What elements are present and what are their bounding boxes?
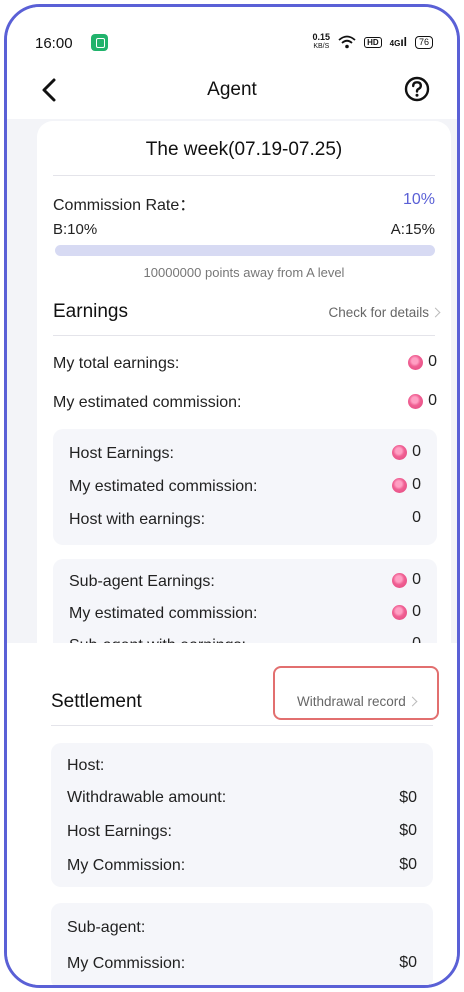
net-speed-unit: KB/S bbox=[313, 43, 330, 50]
withdrawable-amount-value: $0 bbox=[399, 789, 417, 806]
earnings-title: Earnings bbox=[53, 301, 128, 322]
hd-badge: HD bbox=[364, 36, 382, 48]
settlement-title: Settlement bbox=[51, 691, 142, 712]
coin-icon bbox=[392, 604, 408, 620]
status-bar: 16:00 0.15 KB/S HD 4Gıl 76 bbox=[7, 7, 457, 63]
divider bbox=[51, 725, 433, 726]
commission-rate-label: Commission Rate： bbox=[53, 197, 196, 214]
subagent-commission-amount: 0 bbox=[412, 603, 421, 620]
net-speed-value: 0.15 bbox=[312, 32, 331, 42]
subagent-settlement-box: Sub-agent: My Commission: $0 bbox=[51, 903, 433, 985]
withdrawable-amount-label: Withdrawable amount: bbox=[67, 789, 227, 806]
coin-icon bbox=[392, 477, 408, 493]
host-settlement-earnings-label: Host Earnings: bbox=[67, 823, 172, 840]
host-earnings-value: 0 bbox=[392, 443, 421, 461]
page-title: Agent bbox=[207, 79, 257, 100]
net-speed: 0.15 KB/S bbox=[313, 33, 331, 51]
help-icon bbox=[404, 76, 430, 102]
check-details-link[interactable]: Check for details bbox=[328, 305, 441, 320]
host-earnings-label: Host Earnings: bbox=[69, 445, 174, 462]
agent-card: The week(07.19-07.25) Commission Rate： 1… bbox=[37, 121, 451, 661]
withdrawal-highlight-box bbox=[273, 666, 439, 720]
host-settlement-box: Host: Withdrawable amount: $0 Host Earni… bbox=[51, 743, 433, 887]
subagent-earnings-amount: 0 bbox=[412, 571, 421, 588]
host-earnings-amount: 0 bbox=[412, 443, 421, 460]
host-settlement-heading: Host: bbox=[67, 757, 105, 774]
subagent-my-commission-label: My Commission: bbox=[67, 955, 186, 972]
phone-frame: 16:00 0.15 KB/S HD 4Gıl 76 Agent The wee… bbox=[4, 4, 460, 988]
total-earnings-value: 0 bbox=[408, 353, 437, 371]
host-earnings-box: Host Earnings: 0 My estimated commission… bbox=[53, 429, 437, 545]
host-settlement-earnings-value: $0 bbox=[399, 822, 417, 839]
app-notification-icon bbox=[91, 34, 108, 51]
host-with-earnings-value: 0 bbox=[412, 509, 421, 527]
battery-icon: 76 bbox=[414, 35, 433, 49]
subagent-commission-label: My estimated commission: bbox=[69, 605, 258, 622]
coin-icon bbox=[408, 354, 424, 370]
status-icons: 0.15 KB/S HD 4Gıl 76 bbox=[313, 33, 433, 51]
divider bbox=[53, 335, 435, 336]
total-earnings-amount: 0 bbox=[428, 353, 437, 370]
chevron-right-icon bbox=[430, 307, 441, 318]
coin-icon bbox=[392, 444, 408, 460]
coin-icon bbox=[408, 393, 424, 409]
coin-icon bbox=[392, 572, 408, 588]
app-header: Agent bbox=[7, 63, 457, 119]
estimated-commission-amount: 0 bbox=[428, 392, 437, 409]
level-a-label: A:15% bbox=[390, 221, 435, 238]
host-with-earnings-label: Host with earnings: bbox=[69, 511, 206, 528]
host-commission-label: My estimated commission: bbox=[69, 478, 258, 495]
commission-rate-value: 10% bbox=[402, 191, 435, 208]
host-commission-value: 0 bbox=[392, 476, 421, 494]
subagent-earnings-value: 0 bbox=[392, 571, 421, 589]
divider bbox=[53, 175, 435, 176]
status-time: 16:00 bbox=[35, 35, 73, 52]
host-with-earnings-amount: 0 bbox=[412, 509, 421, 526]
level-note: 10000000 points away from A level bbox=[143, 265, 345, 280]
host-my-commission-value: $0 bbox=[399, 856, 417, 873]
signal-icon: 4Gıl bbox=[389, 35, 407, 49]
signal-label: 4G bbox=[389, 39, 401, 48]
total-earnings-label: My total earnings: bbox=[53, 355, 180, 372]
subagent-earnings-label: Sub-agent Earnings: bbox=[69, 573, 215, 590]
estimated-commission-label: My estimated commission: bbox=[53, 394, 242, 411]
level-b-label: B:10% bbox=[53, 221, 98, 238]
week-label: The week(07.19-07.25) bbox=[145, 139, 343, 160]
subagent-settlement-heading: Sub-agent: bbox=[67, 919, 146, 936]
wifi-icon bbox=[338, 35, 356, 49]
host-commission-amount: 0 bbox=[412, 476, 421, 493]
help-button[interactable] bbox=[403, 75, 431, 103]
subagent-commission-value: 0 bbox=[392, 603, 421, 621]
host-my-commission-label: My Commission: bbox=[67, 857, 186, 874]
subagent-my-commission-value: $0 bbox=[399, 954, 417, 971]
commission-progress-bar bbox=[55, 245, 435, 256]
estimated-commission-value: 0 bbox=[408, 392, 437, 410]
check-details-label: Check for details bbox=[328, 305, 429, 320]
